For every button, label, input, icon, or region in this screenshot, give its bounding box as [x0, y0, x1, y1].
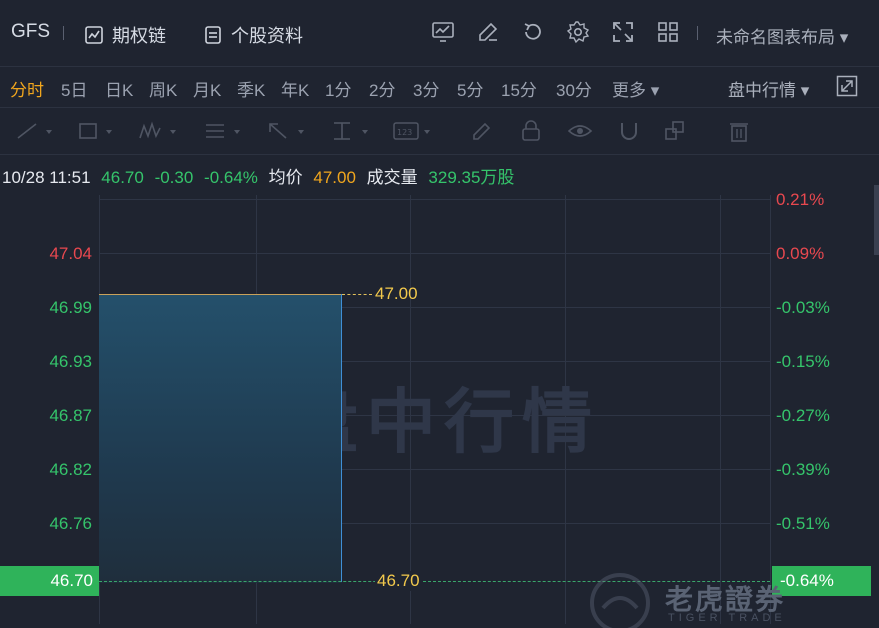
period-3min[interactable]: 3分	[413, 76, 439, 101]
drawing-toolbar: 123	[0, 108, 879, 155]
avg-price-marker: 47.00	[375, 284, 418, 303]
period-more[interactable]: 更多 ▾	[612, 76, 659, 101]
period-intraday[interactable]: 分时	[10, 76, 44, 101]
lock-icon[interactable]	[520, 120, 560, 142]
period-30min[interactable]: 30分	[556, 76, 592, 101]
y-axis-left-label: 46.82	[49, 460, 92, 479]
ticker-symbol[interactable]: GFS	[11, 21, 50, 43]
quote-session-selector[interactable]: 盘中行情 ▾	[728, 76, 809, 101]
period-5d[interactable]: 5日	[61, 76, 87, 101]
y-axis-left-label: 46.99	[49, 298, 92, 317]
expand-icon[interactable]	[611, 20, 635, 44]
top-bar: GFS 期权链 个股资料 未命名图表布局 ▾	[0, 0, 879, 67]
y-axis-left-label: 47.04	[49, 244, 92, 263]
trendline-tool-icon[interactable]	[14, 120, 54, 142]
y-axis-right-label: -0.51%	[776, 514, 830, 533]
period-15min[interactable]: 15分	[501, 76, 537, 101]
period-quarter-k[interactable]: 季K	[237, 76, 265, 101]
price-area-fill	[99, 294, 342, 583]
quote-info-line: 10/28 11:51 46.70 -0.30 -0.64% 均价 47.00 …	[2, 163, 520, 188]
y-axis-right-label: -0.27%	[776, 406, 830, 425]
measure-tool-icon[interactable]	[330, 120, 370, 142]
brand-subtitle: TIGER TRADE	[668, 612, 786, 624]
fib-tool-icon[interactable]	[202, 120, 242, 142]
svg-text:123: 123	[397, 128, 412, 137]
quote-change: -0.30	[154, 168, 194, 187]
grid-line	[770, 195, 771, 624]
magnet-icon[interactable]	[618, 120, 658, 142]
period-day-k[interactable]: 日K	[105, 76, 133, 101]
grid-line	[720, 195, 721, 624]
period-2min[interactable]: 2分	[369, 76, 395, 101]
options-chain-label: 期权链	[112, 26, 166, 46]
options-chain-button[interactable]: 期权链	[84, 22, 166, 48]
wave-tool-icon[interactable]	[138, 120, 178, 142]
fullscreen-icon[interactable]	[836, 75, 858, 97]
avg-price-dashline	[342, 294, 372, 295]
period-bar: 分时 5日 日K 周K 月K 季K 年K 1分 2分 3分 5分 15分 30分…	[0, 66, 879, 108]
quote-price: 46.70	[101, 168, 144, 187]
divider	[697, 26, 698, 40]
stock-profile-button[interactable]: 个股资料	[203, 22, 303, 48]
trash-icon[interactable]	[728, 120, 768, 142]
current-price-marker: 46.70	[375, 571, 422, 591]
period-5min[interactable]: 5分	[457, 76, 483, 101]
period-1min[interactable]: 1分	[325, 76, 351, 101]
text-tool-icon[interactable]: 123	[392, 120, 432, 142]
refresh-icon[interactable]	[521, 20, 545, 44]
grid-line	[99, 199, 770, 200]
document-icon	[205, 26, 221, 44]
settings-icon[interactable]	[566, 20, 590, 44]
intraday-chart[interactable]: 盘中行情 47.00 46.70 47.04 46.99 46.93 46.87…	[0, 190, 879, 628]
price-line	[341, 294, 342, 582]
y-axis-left-label: 46.76	[49, 514, 92, 533]
edit-icon[interactable]	[476, 20, 500, 44]
quote-datetime: 10/28 11:51	[2, 168, 91, 187]
volume-value: 329.35万股	[428, 168, 515, 187]
layers-icon[interactable]	[664, 120, 704, 142]
stock-profile-label: 个股资料	[231, 26, 303, 46]
y-axis-right-label: -0.39%	[776, 460, 830, 479]
eye-icon[interactable]	[568, 120, 608, 142]
rectangle-tool-icon[interactable]	[76, 120, 116, 142]
pen-icon[interactable]	[470, 120, 510, 142]
chart-icon[interactable]	[431, 20, 455, 44]
arrow-tool-icon[interactable]	[266, 120, 306, 142]
y-axis-right-label: -0.15%	[776, 352, 830, 371]
grid-layout-icon[interactable]	[656, 20, 680, 44]
volume-label: 成交量	[366, 168, 418, 187]
divider	[63, 26, 64, 40]
avg-price-value: 47.00	[313, 168, 356, 187]
period-year-k[interactable]: 年K	[281, 76, 309, 101]
current-price-badge-left: 46.70	[0, 566, 99, 596]
tiger-logo-icon	[590, 573, 650, 628]
chart-line-icon	[85, 26, 103, 44]
layout-selector[interactable]: 未命名图表布局 ▾	[716, 23, 848, 48]
y-axis-left-label: 46.87	[49, 406, 92, 425]
quote-change-pct: -0.64%	[204, 168, 258, 187]
y-axis-left-label: 46.93	[49, 352, 92, 371]
scrollbar[interactable]	[874, 185, 879, 255]
y-axis-right-label: -0.03%	[776, 298, 830, 317]
period-week-k[interactable]: 周K	[149, 76, 177, 101]
period-month-k[interactable]: 月K	[193, 76, 221, 101]
y-axis-right-label: 0.21%	[776, 190, 825, 209]
avg-price-label: 均价	[268, 168, 303, 187]
grid-line	[99, 253, 770, 254]
current-pct-badge-right: -0.64%	[772, 566, 871, 596]
y-axis-right-label: 0.09%	[776, 244, 825, 263]
